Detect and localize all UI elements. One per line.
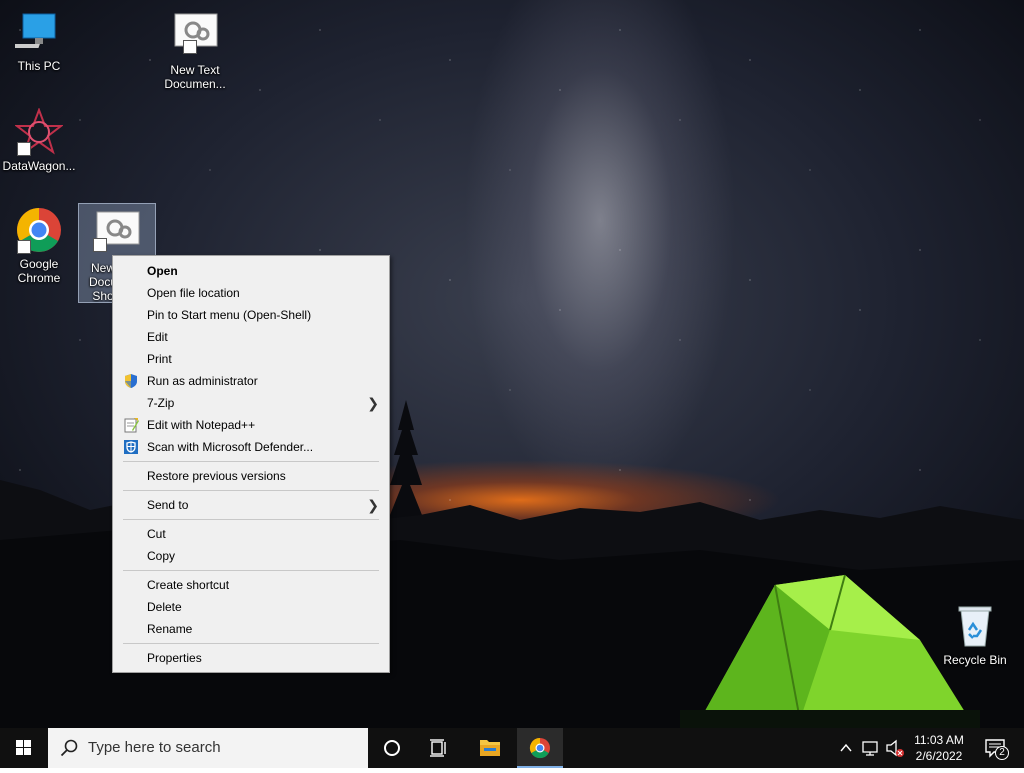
network-icon bbox=[862, 741, 878, 756]
menu-item-label: Run as administrator bbox=[147, 374, 258, 388]
recycle-bin-icon bbox=[951, 602, 999, 650]
menu-item-label: Delete bbox=[147, 600, 182, 614]
clock-time: 11:03 AM bbox=[914, 733, 964, 747]
menu-item-copy[interactable]: Copy bbox=[113, 545, 389, 567]
desktop-icon-label: DataWagon... bbox=[2, 159, 76, 173]
chrome-icon bbox=[15, 206, 63, 254]
file-explorer-button[interactable] bbox=[467, 728, 513, 768]
desktop-icon-label: New Text Documen... bbox=[164, 63, 226, 91]
menu-item-label: Open bbox=[147, 264, 178, 278]
chevron-right-icon: ❯ bbox=[367, 395, 379, 411]
menu-item-create-shortcut[interactable]: Create shortcut bbox=[113, 574, 389, 596]
menu-item-print[interactable]: Print bbox=[113, 348, 389, 370]
shortcut-arrow-icon bbox=[183, 40, 197, 54]
search-icon bbox=[60, 739, 78, 757]
desktop-icon-google-chrome[interactable]: Google Chrome bbox=[1, 206, 77, 285]
menu-item-send-to[interactable]: Send to ❯ bbox=[113, 494, 389, 516]
menu-separator bbox=[123, 490, 379, 491]
menu-item-open[interactable]: Open bbox=[113, 260, 389, 282]
desktop-icon-label: Recycle Bin bbox=[943, 653, 1007, 667]
menu-item-label: Properties bbox=[147, 651, 202, 665]
shortcut-arrow-icon bbox=[17, 240, 31, 254]
menu-item-label: Rename bbox=[147, 622, 193, 636]
clock-date: 2/6/2022 bbox=[915, 749, 963, 763]
folder-icon bbox=[480, 740, 500, 756]
menu-item-7zip[interactable]: 7-Zip ❯ bbox=[113, 392, 389, 414]
menu-item-label: Open file location bbox=[147, 286, 240, 300]
monitor-icon bbox=[12, 8, 63, 56]
menu-item-run-as-administrator[interactable]: Run as administrator bbox=[113, 370, 389, 392]
document-settings-icon bbox=[171, 12, 219, 60]
desktop-icon-this-pc[interactable]: This PC bbox=[1, 8, 77, 73]
windows-logo-icon bbox=[16, 740, 31, 755]
menu-item-label: Print bbox=[147, 352, 172, 366]
menu-item-pin-to-start[interactable]: Pin to Start menu (Open-Shell) bbox=[113, 304, 389, 326]
menu-item-delete[interactable]: Delete bbox=[113, 596, 389, 618]
menu-item-label: Copy bbox=[147, 549, 176, 563]
context-menu: Open Open file location Pin to Start men… bbox=[112, 255, 390, 673]
desktop-icon-label: Google Chrome bbox=[17, 257, 61, 285]
menu-item-restore-previous-versions[interactable]: Restore previous versions bbox=[113, 465, 389, 487]
menu-item-label: Send to bbox=[147, 498, 189, 512]
chevron-right-icon: ❯ bbox=[367, 497, 379, 513]
shortcut-arrow-icon bbox=[93, 238, 107, 252]
menu-item-edit-with-notepadpp[interactable]: Edit with Notepad++ bbox=[113, 414, 389, 436]
notification-count-badge: 2 bbox=[999, 747, 1005, 758]
menu-item-label: Scan with Microsoft Defender... bbox=[147, 440, 314, 454]
show-hidden-icons-button[interactable] bbox=[836, 728, 856, 768]
action-center-button[interactable]: 2 bbox=[978, 728, 1018, 768]
menu-item-label: Edit with Notepad++ bbox=[147, 418, 256, 432]
desktop: This PC New Text Documen... DataWagon... bbox=[0, 0, 1024, 728]
menu-item-edit[interactable]: Edit bbox=[113, 326, 389, 348]
taskbar-clock[interactable]: 11:03 AM 2/6/2022 bbox=[908, 732, 970, 764]
desktop-icon-datawagon[interactable]: DataWagon... bbox=[1, 107, 77, 173]
search-placeholder: Type here to search bbox=[88, 739, 221, 756]
menu-item-open-file-location[interactable]: Open file location bbox=[113, 282, 389, 304]
cortana-circle-icon bbox=[384, 740, 400, 756]
defender-icon bbox=[124, 440, 138, 454]
desktop-icon-recycle-bin[interactable]: Recycle Bin bbox=[937, 602, 1013, 667]
menu-item-label: Pin to Start menu (Open-Shell) bbox=[147, 308, 312, 322]
menu-item-rename[interactable]: Rename bbox=[113, 618, 389, 640]
menu-item-label: Create shortcut bbox=[147, 578, 230, 592]
volume-tray-button[interactable] bbox=[884, 728, 906, 768]
green-tent bbox=[680, 574, 980, 728]
chevron-up-icon bbox=[840, 743, 852, 752]
menu-separator bbox=[123, 643, 379, 644]
shield-icon bbox=[125, 374, 137, 388]
chrome-taskbar-button[interactable] bbox=[517, 728, 563, 768]
menu-item-label: Edit bbox=[147, 330, 168, 344]
desktop-icon-label: This PC bbox=[17, 59, 61, 73]
menu-separator bbox=[123, 461, 379, 462]
taskbar-search-box[interactable]: Type here to search bbox=[48, 728, 368, 768]
menu-item-cut[interactable]: Cut bbox=[113, 523, 389, 545]
menu-item-properties[interactable]: Properties bbox=[113, 647, 389, 669]
task-view-button[interactable] bbox=[416, 728, 462, 768]
menu-item-label: Cut bbox=[147, 527, 166, 541]
menu-separator bbox=[123, 519, 379, 520]
task-view-icon bbox=[430, 739, 446, 757]
start-button[interactable] bbox=[0, 728, 48, 768]
document-settings-icon bbox=[93, 210, 141, 258]
chrome-icon bbox=[529, 737, 550, 759]
menu-separator bbox=[123, 570, 379, 571]
taskbar: Type here to search 11:03 AM 2/6/2022 2 bbox=[0, 728, 1024, 768]
cortana-button[interactable] bbox=[369, 728, 415, 768]
menu-item-label: 7-Zip bbox=[147, 396, 175, 410]
datawagon-logo-icon bbox=[14, 107, 64, 156]
shortcut-arrow-icon bbox=[17, 142, 31, 156]
menu-item-label: Restore previous versions bbox=[147, 469, 286, 483]
menu-item-scan-with-defender[interactable]: Scan with Microsoft Defender... bbox=[113, 436, 389, 458]
notepadpp-icon bbox=[124, 418, 139, 433]
desktop-icon-new-text-document[interactable]: New Text Documen... bbox=[157, 12, 233, 91]
network-tray-button[interactable] bbox=[860, 728, 882, 768]
volume-muted-icon bbox=[886, 739, 904, 757]
